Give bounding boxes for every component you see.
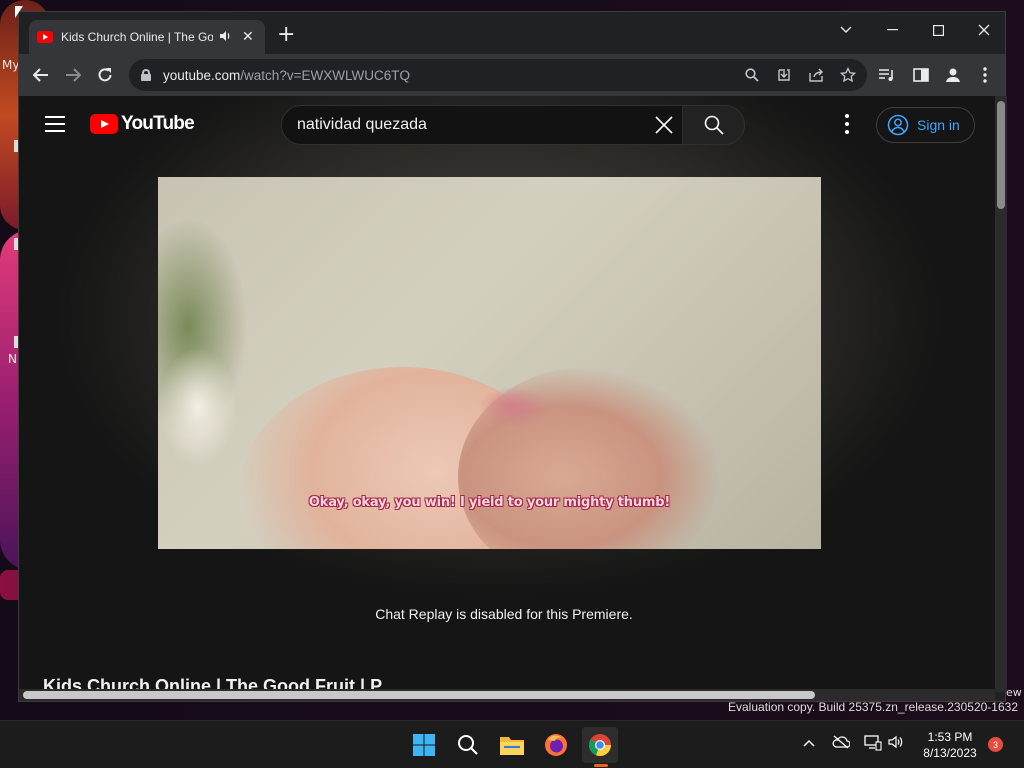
search-icon xyxy=(704,115,724,135)
new-tab-button[interactable]: + xyxy=(277,24,295,46)
youtube-favicon-icon xyxy=(37,31,53,43)
onedrive-offline-icon[interactable] xyxy=(832,735,851,753)
mouse-cursor-icon xyxy=(15,6,23,18)
back-button[interactable] xyxy=(29,63,53,87)
show-hidden-icons-chevron-icon[interactable] xyxy=(803,735,815,751)
maximize-button[interactable] xyxy=(923,18,953,42)
tab-title: Kids Church Online | The Goo xyxy=(61,30,213,44)
desktop-text-fragment: ew xyxy=(1006,686,1022,699)
close-window-button[interactable] xyxy=(969,18,999,42)
youtube-logo[interactable]: YouTube xyxy=(90,113,195,135)
search-button[interactable] xyxy=(683,105,745,145)
reload-button[interactable] xyxy=(93,63,117,87)
forward-button[interactable] xyxy=(61,63,85,87)
scrollbar-thumb[interactable] xyxy=(23,691,815,699)
video-player[interactable]: Okay, okay, you win! I yield to your mig… xyxy=(158,177,821,549)
tab-close-icon[interactable]: ✕ xyxy=(242,29,254,45)
speaker-icon[interactable] xyxy=(219,30,232,45)
search-input[interactable]: natividad quezada xyxy=(297,116,427,134)
video-caption: Okay, okay, you win! I yield to your mig… xyxy=(308,495,671,510)
tab-strip: Kids Church Online | The Goo ✕ + xyxy=(19,12,1005,54)
lock-icon[interactable] xyxy=(141,69,151,81)
address-bar[interactable]: youtube.com/watch?v=EWXWLWUC6TQ xyxy=(129,59,867,91)
side-panel-icon[interactable] xyxy=(911,65,931,85)
chrome-window: Kids Church Online | The Goo ✕ + youtube… xyxy=(18,11,1007,702)
video-frame-content xyxy=(478,387,548,427)
scrollbar-thumb[interactable] xyxy=(997,101,1005,209)
video-frame-content xyxy=(158,347,238,467)
volume-icon[interactable] xyxy=(888,735,904,753)
youtube-header: YouTube natividad quezada Sign in xyxy=(19,96,995,152)
chrome-icon[interactable] xyxy=(582,727,618,763)
youtube-play-logo-icon xyxy=(90,114,118,134)
active-app-indicator xyxy=(594,764,608,767)
evaluation-watermark: Evaluation copy. Build 25375.zn_release.… xyxy=(728,700,1018,714)
browser-tab[interactable]: Kids Church Online | The Goo ✕ xyxy=(29,20,265,54)
reading-list-icon[interactable] xyxy=(877,65,897,85)
clock-date[interactable]: 8/13/2023 xyxy=(914,746,986,760)
taskbar: 1:53 PM 8/13/2023 3 xyxy=(0,720,1024,768)
tab-search-chevron-icon[interactable] xyxy=(831,18,861,42)
start-icon[interactable] xyxy=(406,727,442,763)
search-lens-icon[interactable] xyxy=(743,66,761,84)
desktop-icon-label[interactable]: My xyxy=(2,58,19,72)
browser-toolbar: youtube.com/watch?v=EWXWLWUC6TQ xyxy=(19,54,1005,96)
hamburger-menu-icon[interactable] xyxy=(45,116,65,132)
more-options-icon[interactable] xyxy=(839,114,855,134)
desktop-icon-label[interactable]: N xyxy=(8,352,17,366)
network-icon[interactable] xyxy=(864,735,882,755)
account-circle-icon xyxy=(887,114,909,136)
chat-replay-message: Chat Replay is disabled for this Premier… xyxy=(375,606,633,622)
profile-icon[interactable] xyxy=(943,65,963,85)
search-icon[interactable] xyxy=(450,727,486,763)
notification-badge[interactable]: 3 xyxy=(988,737,1003,752)
url-text[interactable]: youtube.com/watch?v=EWXWLWUC6TQ xyxy=(163,68,410,83)
install-app-icon[interactable] xyxy=(775,66,793,84)
clear-search-icon[interactable] xyxy=(652,113,676,137)
chrome-menu-icon[interactable] xyxy=(975,65,995,85)
bookmark-star-icon[interactable] xyxy=(839,66,857,84)
vertical-scrollbar[interactable] xyxy=(995,96,1007,692)
file-explorer-icon[interactable] xyxy=(494,727,530,763)
clock-time[interactable]: 1:53 PM xyxy=(920,730,980,744)
share-icon[interactable] xyxy=(807,66,825,84)
horizontal-scrollbar[interactable] xyxy=(19,689,995,701)
firefox-icon[interactable] xyxy=(538,727,574,763)
minimize-button[interactable] xyxy=(877,18,907,42)
search-box[interactable]: natividad quezada xyxy=(281,105,683,145)
sign-in-button[interactable]: Sign in xyxy=(876,107,975,143)
youtube-page: YouTube natividad quezada Sign in Okay, … xyxy=(19,96,995,692)
